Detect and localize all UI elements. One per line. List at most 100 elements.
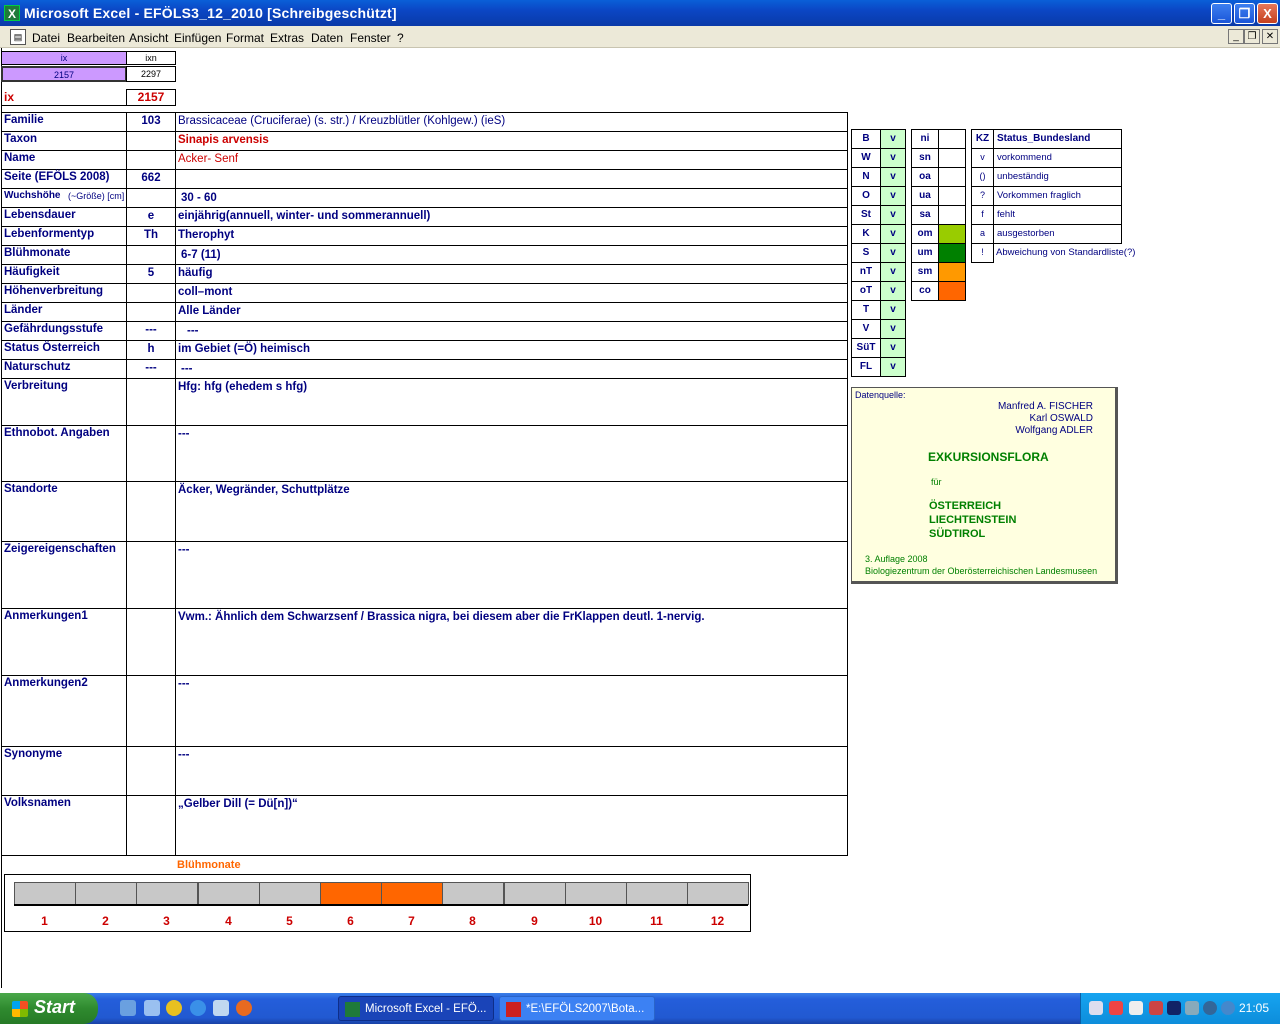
- row-gefaehrdung-value-cell[interactable]: [175, 321, 848, 341]
- state-8-value[interactable]: v: [880, 281, 906, 301]
- row-wuchshoehe-value-cell[interactable]: [175, 188, 848, 208]
- system-tray: 21:05: [1080, 993, 1280, 1024]
- row-name-value-cell[interactable]: [175, 150, 848, 170]
- state-3-value[interactable]: v: [880, 186, 906, 206]
- row-laender-code-cell[interactable]: [126, 302, 176, 322]
- doc-restore-button[interactable]: ❐: [1244, 29, 1260, 44]
- excel-icon[interactable]: X: [4, 5, 20, 21]
- menu-fenster[interactable]: Fenster: [350, 31, 391, 45]
- winamp-icon[interactable]: [166, 1000, 182, 1016]
- row-anm2-code-cell[interactable]: [126, 675, 176, 747]
- state-7-value[interactable]: v: [880, 262, 906, 282]
- status-text-1: unbeständig: [993, 167, 1122, 187]
- task-excel[interactable]: Microsoft Excel - EFÖ...: [338, 996, 494, 1021]
- menu-daten[interactable]: Daten: [311, 31, 343, 45]
- info-icon[interactable]: [1203, 1001, 1217, 1015]
- row-laender-label: Länder: [4, 304, 43, 316]
- restore-button[interactable]: ❐: [1234, 3, 1255, 24]
- bloom-month-10-label: 10: [588, 914, 603, 928]
- update-icon[interactable]: [1185, 1001, 1199, 1015]
- state-10-value[interactable]: v: [880, 319, 906, 339]
- doc-minimize-button[interactable]: _: [1228, 29, 1244, 44]
- state-2-value[interactable]: v: [880, 167, 906, 187]
- menu-extras[interactable]: Extras: [270, 31, 304, 45]
- alert-icon[interactable]: [1149, 1001, 1163, 1015]
- altitude-4-swatch: [938, 205, 966, 225]
- state-6-value[interactable]: v: [880, 243, 906, 263]
- menu-bearbeiten[interactable]: Bearbeiten: [67, 31, 125, 45]
- task-editor[interactable]: *E:\EFÖLS2007\Bota...: [499, 996, 655, 1021]
- row-name-code-cell[interactable]: [126, 150, 176, 170]
- dq-heading: Datenquelle:: [855, 390, 906, 400]
- security-alert-icon[interactable]: [1109, 1001, 1123, 1015]
- row-seite-value-cell[interactable]: [175, 169, 848, 189]
- media-player-icon[interactable]: [144, 1000, 160, 1016]
- row-zeiger-code-cell[interactable]: [126, 541, 176, 609]
- shield-icon[interactable]: [1167, 1001, 1181, 1015]
- menu-datei[interactable]: Datei: [32, 31, 60, 45]
- row-hoehenverbreitung-code-cell[interactable]: [126, 283, 176, 303]
- state-11-value[interactable]: v: [880, 338, 906, 358]
- row-haeufigkeit-value: häufig: [178, 267, 213, 279]
- bloom-month-12-label: 12: [710, 914, 725, 928]
- row-volksnamen-code-cell[interactable]: [126, 795, 176, 856]
- row-laender-value-cell[interactable]: [175, 302, 848, 322]
- ixn-value-cell[interactable]: 2297: [126, 66, 176, 82]
- row-taxon-code-cell[interactable]: [126, 131, 176, 151]
- menu-einfuegen[interactable]: Einfügen: [174, 31, 221, 45]
- workbook-icon[interactable]: ▤: [10, 29, 26, 45]
- state-9-value[interactable]: v: [880, 300, 906, 320]
- row-anm1-code-cell[interactable]: [126, 608, 176, 676]
- row-synonyme-code-cell[interactable]: [126, 746, 176, 796]
- row-standorte-code-cell[interactable]: [126, 481, 176, 542]
- worksheet[interactable]: ix ixn 2157 2297 ix 2157 Familie 103 Brass…: [0, 48, 1280, 993]
- ix-big-value[interactable]: 2157: [126, 89, 176, 106]
- desktop-icon[interactable]: [120, 1000, 136, 1016]
- row-synonyme-value-cell[interactable]: [175, 746, 848, 796]
- altitude-0-code: ni: [911, 129, 939, 149]
- row-wuchshoehe-label-suffix: (~Größe) [cm]: [68, 191, 125, 201]
- row-haeufigkeit-code: 5: [147, 267, 155, 279]
- search-icon[interactable]: [1129, 1001, 1143, 1015]
- clock: 21:05: [1239, 1001, 1270, 1015]
- row-naturschutz-value-cell[interactable]: [175, 359, 848, 379]
- row-anm2-value-cell[interactable]: [175, 675, 848, 747]
- altitude-1-swatch: [938, 148, 966, 168]
- row-ethnobot-value-cell[interactable]: [175, 425, 848, 482]
- row-taxon-value-cell[interactable]: [175, 131, 848, 151]
- messenger-icon[interactable]: [1221, 1001, 1235, 1015]
- row-wuchshoehe-code-cell[interactable]: [126, 188, 176, 208]
- menu-format[interactable]: Format: [226, 31, 264, 45]
- start-button[interactable]: Start: [0, 993, 98, 1024]
- row-bluehmonate-code-cell[interactable]: [126, 245, 176, 265]
- row-ethnobot-code-cell[interactable]: [126, 425, 176, 482]
- dq-edition: 3. Auflage 2008: [865, 554, 928, 564]
- bloom-month-8-bar: [442, 882, 504, 905]
- doc-close-button[interactable]: ✕: [1262, 29, 1278, 44]
- state-1-value[interactable]: v: [880, 148, 906, 168]
- row-hoehenverbreitung-value-cell[interactable]: [175, 283, 848, 303]
- row-haeufigkeit-value-cell[interactable]: [175, 264, 848, 284]
- close-button[interactable]: X: [1257, 3, 1278, 24]
- outlook-icon[interactable]: [213, 1000, 229, 1016]
- menu-help[interactable]: ?: [397, 31, 404, 45]
- row-seite-code: 662: [141, 172, 161, 184]
- row-status-code: h: [147, 343, 155, 355]
- bloom-month-6-bar: [320, 882, 382, 905]
- state-12-value[interactable]: v: [880, 357, 906, 377]
- network-icon[interactable]: [1089, 1001, 1103, 1015]
- row-verbreitung-code-cell[interactable]: [126, 378, 176, 426]
- row-zeiger-value-cell[interactable]: [175, 541, 848, 609]
- row-lebensformentyp-value-cell[interactable]: [175, 226, 848, 246]
- ix-value-cell[interactable]: 2157: [1, 66, 127, 82]
- state-5-value[interactable]: v: [880, 224, 906, 244]
- row-bluehmonate-value-cell[interactable]: [175, 245, 848, 265]
- internet-explorer-icon[interactable]: [190, 1000, 206, 1016]
- state-0-value[interactable]: v: [880, 129, 906, 149]
- menu-ansicht[interactable]: Ansicht: [129, 31, 168, 45]
- state-4-value[interactable]: v: [880, 205, 906, 225]
- minimize-button[interactable]: _: [1211, 3, 1232, 24]
- firefox-icon[interactable]: [236, 1000, 252, 1016]
- state-10-code: V: [851, 319, 881, 339]
- bloom-month-3-bar: [136, 882, 198, 905]
